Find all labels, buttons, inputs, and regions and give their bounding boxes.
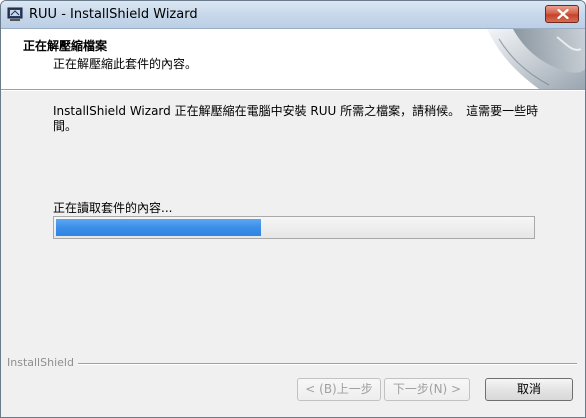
cancel-button[interactable]: 取消 [485,378,573,401]
installshield-brand-label: InstallShield [7,356,78,369]
back-button[interactable]: < (B)上一步 [297,378,381,401]
footer-separator [71,363,577,365]
progress-label: 正在讀取套件的內容... [53,201,173,215]
header-separator [1,89,585,91]
close-button[interactable] [545,5,579,23]
page-curl-graphic [469,29,585,89]
next-button[interactable]: 下一步(N) > [384,378,470,401]
progress-bar [53,216,535,239]
wizard-header: 正在解壓縮檔案 正在解壓縮此套件的內容。 [1,29,585,89]
window-title: RUU - InstallShield Wizard [29,7,198,22]
progress-bar-fill [56,219,261,236]
close-icon [557,9,569,19]
title-bar[interactable]: RUU - InstallShield Wizard [1,1,585,29]
header-title: 正在解壓縮檔案 [23,39,108,53]
header-subtitle: 正在解壓縮此套件的內容。 [53,57,198,71]
installer-computer-icon [7,7,23,22]
status-message: InstallShield Wizard 正在解壓縮在電腦中安裝 RUU 所需之… [53,104,539,133]
installshield-wizard-window: RUU - InstallShield Wizard 正在解壓縮檔案 正在解壓縮… [0,0,586,418]
